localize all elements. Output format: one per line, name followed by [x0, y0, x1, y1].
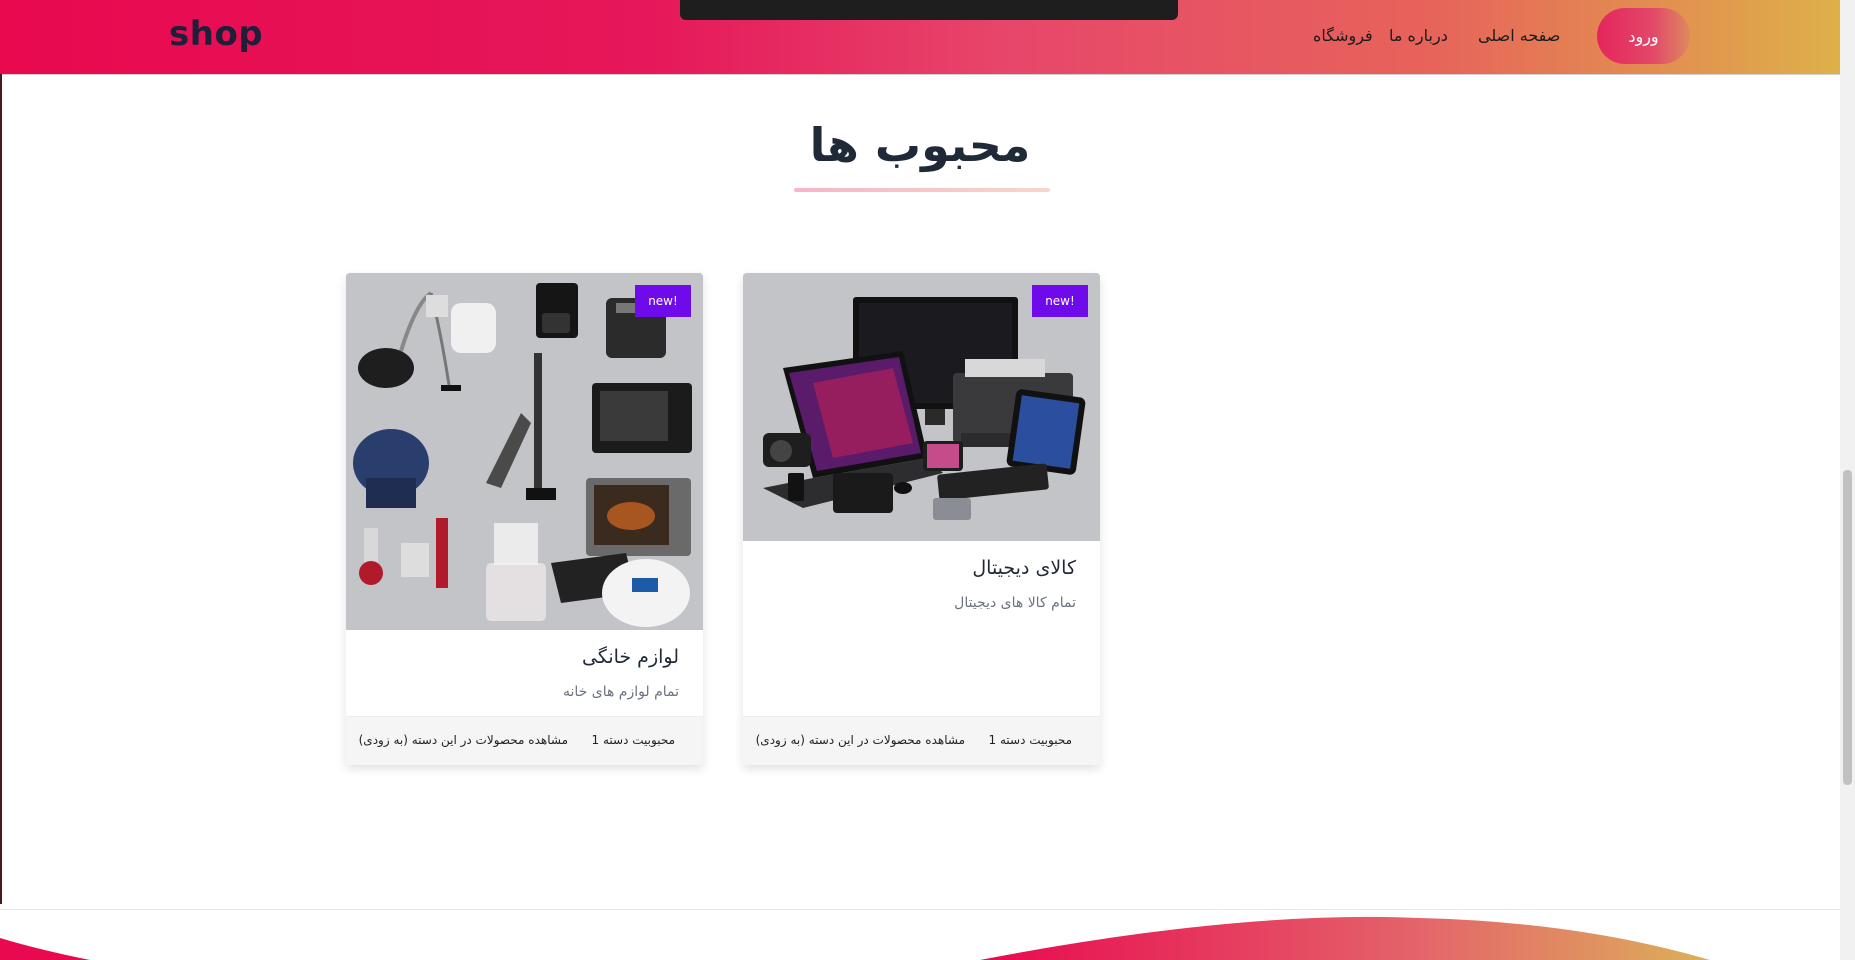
category-card-digital[interactable]: new! کالای دیجیتال تمام کالا های دیجیتال…: [743, 273, 1100, 765]
notification-toast: [680, 0, 1178, 20]
card-title: کالای دیجیتال: [972, 557, 1076, 579]
view-products-link[interactable]: مشاهده محصولات در این دسته (به زودی): [756, 733, 965, 747]
card-subtitle: تمام کالا های دیجیتال: [954, 595, 1076, 611]
card-title: لوازم خانگی: [581, 646, 679, 668]
title-underline: [794, 188, 1050, 192]
footer-wave: [0, 916, 1710, 960]
card-subtitle: تمام لوازم های خانه: [562, 684, 679, 700]
home-appliances-image[interactable]: [346, 273, 703, 630]
new-badge: new!: [635, 285, 691, 317]
category-card-home-appliances[interactable]: new! لوازم خانگی تمام لوازم های خانه محب…: [346, 273, 703, 765]
card-footer: محبوبیت دسته 1 مشاهده محصولات در این دست…: [346, 716, 703, 765]
page-left-border: [0, 74, 2, 904]
scrollbar-thumb[interactable]: [1843, 470, 1852, 785]
login-button[interactable]: ورود: [1597, 8, 1690, 64]
nav-shop-link[interactable]: فروشگاه: [1313, 26, 1373, 45]
page-scrollbar[interactable]: [1840, 0, 1855, 960]
home-appliances-illustration: [346, 273, 703, 630]
view-products-link[interactable]: مشاهده محصولات در این دسته (به زودی): [359, 733, 568, 747]
card-footer: محبوبیت دسته 1 مشاهده محصولات در این دست…: [743, 716, 1100, 765]
site-header: shop فروشگاه درباره ما صفحه اصلی ورود: [0, 0, 1840, 75]
popularity-label: محبوبیت دسته 1: [591, 733, 675, 747]
new-badge: new!: [1032, 285, 1088, 317]
site-logo[interactable]: shop: [169, 14, 263, 54]
nav-home-link[interactable]: صفحه اصلی: [1478, 26, 1560, 45]
section-title: محبوب ها: [809, 118, 1031, 172]
nav-about-link[interactable]: درباره ما: [1389, 26, 1448, 45]
popularity-label: محبوبیت دسته 1: [988, 733, 1072, 747]
